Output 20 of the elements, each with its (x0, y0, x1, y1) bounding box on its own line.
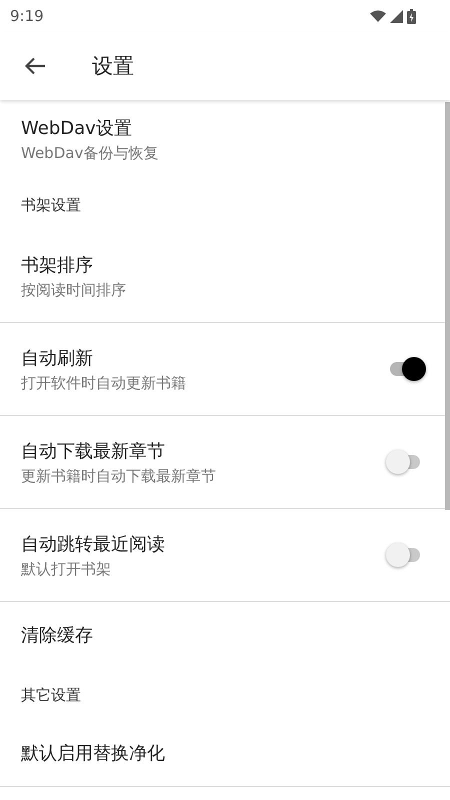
setting-summary: 更新书籍时自动下载最新章节 (21, 466, 217, 486)
setting-title[interactable]: WebDav设置 (21, 116, 429, 140)
setting-title[interactable]: 书架排序 (21, 252, 429, 276)
setting-title[interactable]: 自动下载最新章节 (21, 438, 386, 462)
setting-title[interactable]: 清除缓存 (21, 623, 429, 647)
setting-summary: 打开软件时自动更新书籍 (21, 374, 187, 392)
signal-icon (390, 10, 403, 22)
setting-summary: 按阅读时间排序 (21, 280, 127, 300)
setting-title[interactable]: 自动跳转最近阅读 (21, 532, 386, 556)
wifi-icon (370, 10, 386, 22)
setting-title[interactable]: 自动刷新 (21, 346, 386, 370)
section-header: 其它设置 (21, 686, 81, 704)
setting-summary: 默认打开书架 (21, 560, 112, 578)
screen-title: 设置 (92, 53, 134, 80)
setting-summary: WebDav备份与恢复 (21, 144, 160, 162)
back-arrow-icon[interactable] (24, 57, 46, 75)
section-header: 书架设置 (21, 196, 81, 214)
status-time: 9:19 (10, 7, 44, 25)
battery-icon (407, 8, 416, 24)
setting-title[interactable]: 默认启用替换净化 (21, 741, 429, 765)
